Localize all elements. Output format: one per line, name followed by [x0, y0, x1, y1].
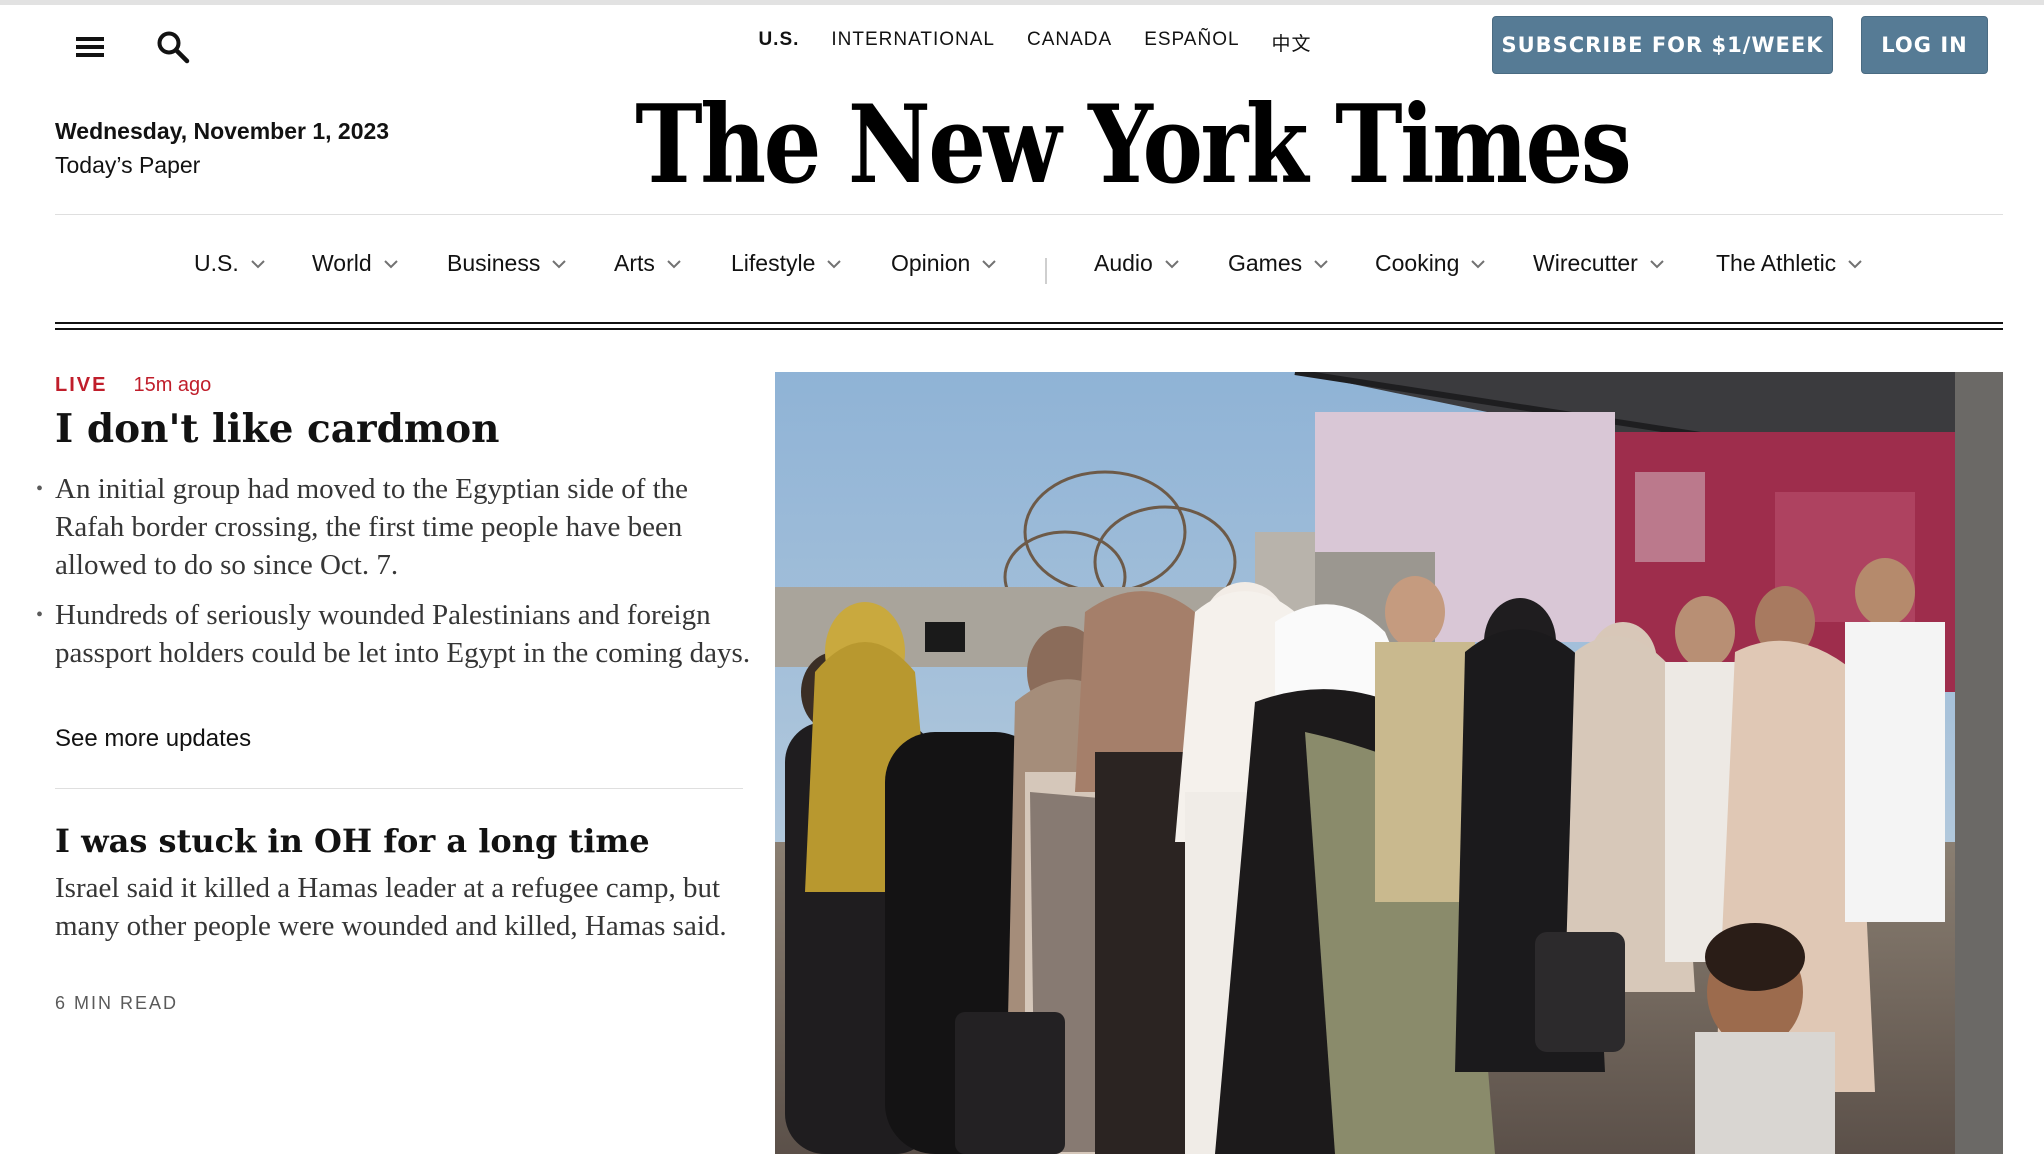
- chevron-down-icon: [1314, 259, 1328, 268]
- live-timestamp: 15m ago: [133, 374, 212, 396]
- nav-item-opinion[interactable]: Opinion: [891, 250, 998, 277]
- story-divider: [55, 788, 743, 789]
- subscribe-button[interactable]: SUBSCRIBE FOR $1/WEEK: [1492, 16, 1833, 74]
- chevron-down-icon: [982, 259, 996, 268]
- nav-item-label: Lifestyle: [731, 250, 816, 276]
- section-nav: U.S. World Business Arts Lifestyle Opini…: [0, 250, 2044, 294]
- top-border: [0, 0, 2044, 5]
- chevron-down-icon: [827, 259, 842, 268]
- live-label: LIVE: [55, 374, 108, 396]
- masthead-logo[interactable]: The New York Times: [635, 70, 1632, 220]
- chevron-down-icon: [1848, 259, 1862, 268]
- chevron-down-icon: [1471, 259, 1486, 268]
- nav-item-label: The Athletic: [1716, 250, 1837, 276]
- chevron-down-icon: [383, 259, 398, 268]
- chevron-down-icon: [1650, 259, 1664, 268]
- lead-story-photo[interactable]: [775, 372, 2003, 1154]
- chevron-down-icon: [251, 259, 265, 268]
- edition-us[interactable]: U.S.: [758, 29, 799, 56]
- current-date: Wednesday, November 1, 2023: [55, 118, 390, 144]
- nav-item-cooking[interactable]: Cooking: [1375, 250, 1487, 277]
- read-time: 6 MIN READ: [55, 993, 179, 1013]
- search-icon[interactable]: [156, 30, 190, 64]
- story-bullets: An initial group had moved to the Egypti…: [36, 470, 755, 684]
- nav-item-the-athletic[interactable]: The Athletic: [1716, 250, 1864, 277]
- chevron-down-icon: [667, 259, 681, 268]
- nav-item-label: Arts: [614, 250, 655, 276]
- header-divider: [55, 214, 2003, 215]
- live-indicator: LIVE 15m ago: [55, 374, 211, 397]
- nav-item-games[interactable]: Games: [1228, 250, 1330, 277]
- nav-item-label: Business: [447, 250, 541, 276]
- edition-switcher: U.S. INTERNATIONAL CANADA ESPAÑOL 中文: [700, 29, 1370, 56]
- nav-item-label: Games: [1228, 250, 1303, 276]
- edition-espanol[interactable]: ESPAÑOL: [1144, 29, 1239, 56]
- see-more-updates-link[interactable]: See more updates: [55, 725, 251, 753]
- story-summary[interactable]: Israel said it killed a Hamas leader at …: [55, 869, 755, 945]
- nav-item-label: U.S.: [194, 250, 239, 276]
- nav-item-label: World: [312, 250, 372, 276]
- nav-item-arts[interactable]: Arts: [614, 250, 683, 277]
- nav-item-label: Opinion: [891, 250, 971, 276]
- nav-separator: [1045, 258, 1047, 284]
- nav-rule-bottom: [55, 328, 2003, 330]
- nav-rule-top: [55, 322, 2003, 324]
- nav-item-lifestyle[interactable]: Lifestyle: [731, 250, 843, 277]
- nav-item-label: Cooking: [1375, 250, 1460, 276]
- nav-item-us[interactable]: U.S.: [194, 250, 267, 277]
- edition-canada[interactable]: CANADA: [1027, 29, 1112, 56]
- story-bullet[interactable]: Hundreds of seriously wounded Palestinia…: [36, 596, 755, 672]
- nav-item-label: Audio: [1094, 250, 1153, 276]
- edition-international[interactable]: INTERNATIONAL: [831, 29, 995, 56]
- nav-item-business[interactable]: Business: [447, 250, 568, 277]
- story-bullet[interactable]: An initial group had moved to the Egypti…: [36, 470, 755, 584]
- hamburger-menu-icon[interactable]: [74, 34, 106, 60]
- nav-item-audio[interactable]: Audio: [1094, 250, 1181, 277]
- todays-paper-link[interactable]: Today’s Paper: [55, 152, 200, 179]
- chevron-down-icon: [552, 259, 567, 268]
- story-headline[interactable]: I don't like cardmon: [55, 406, 755, 452]
- login-button[interactable]: LOG IN: [1861, 16, 1988, 74]
- nav-item-world[interactable]: World: [312, 250, 400, 277]
- chevron-down-icon: [1165, 259, 1179, 268]
- nav-item-wirecutter[interactable]: Wirecutter: [1533, 250, 1666, 277]
- nav-item-label: Wirecutter: [1533, 250, 1638, 276]
- edition-chinese[interactable]: 中文: [1272, 29, 1312, 56]
- story-headline[interactable]: I was stuck in OH for a long time: [55, 822, 755, 860]
